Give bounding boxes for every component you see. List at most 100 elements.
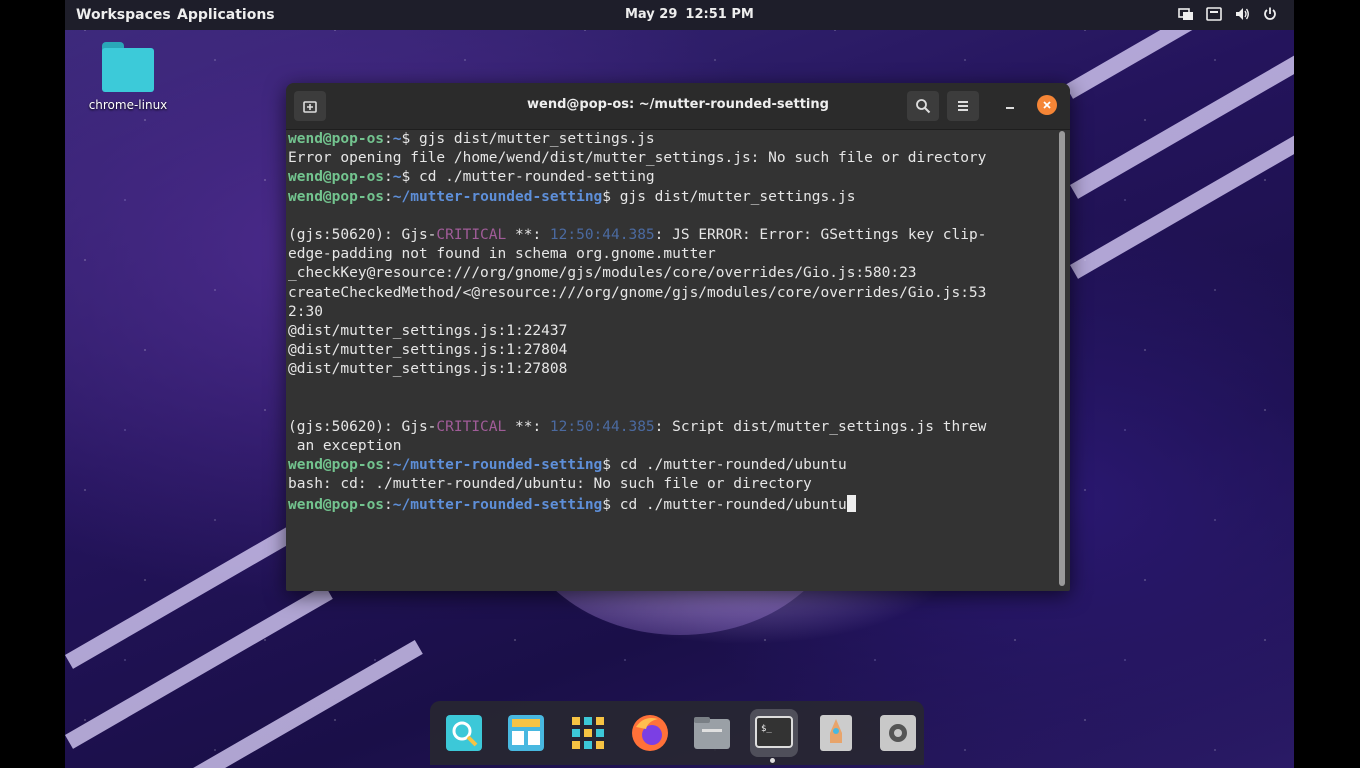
terminal-line: wend@pop-os:~/mutter-rounded-setting$ cd… — [288, 456, 1058, 475]
log-prefix: (gjs:50620): Gjs- — [288, 418, 437, 435]
volume-icon[interactable] — [1234, 6, 1250, 22]
prompt-sep: : — [384, 169, 393, 186]
menu-button[interactable] — [947, 91, 979, 121]
folder-icon — [102, 42, 154, 92]
terminal-line: (gjs:50620): Gjs-CRITICAL **: 12:50:44.3… — [288, 226, 1058, 245]
dock-item-store-app[interactable] — [502, 709, 550, 757]
firefox-icon — [632, 715, 668, 751]
prompt-path: ~ — [392, 169, 402, 186]
dock-item-files[interactable] — [688, 709, 736, 757]
command-text: $ gjs dist/mutter_settings.js — [602, 188, 856, 205]
workspaces-button[interactable]: Workspaces — [76, 7, 171, 23]
log-timestamp: 12:50:44.385 — [549, 226, 655, 243]
terminal-line: wend@pop-os:~$ gjs dist/mutter_settings.… — [288, 130, 1058, 149]
prompt-user: wend@pop-os — [288, 457, 385, 474]
dock-item-terminal[interactable]: $_ — [750, 709, 798, 757]
log-level: CRITICAL — [436, 418, 507, 435]
terminal-headerbar[interactable]: wend@pop-os: ~/mutter-rounded-setting — [286, 83, 1070, 130]
prompt-sep: : — [384, 188, 393, 205]
terminal-line: Error opening file /home/wend/dist/mutte… — [288, 149, 1058, 168]
prompt-path: ~/mutter-rounded-setting — [392, 457, 603, 474]
prompt-user: wend@pop-os — [288, 131, 385, 147]
output-text: edge-padding not found in schema org.gno… — [288, 246, 716, 263]
desktop-folder-chrome-linux[interactable]: chrome-linux — [88, 42, 168, 112]
log-message: : Script dist/mutter_settings.js threw — [654, 418, 987, 435]
terminal-line: createCheckedMethod/<@resource:///org/gn… — [288, 284, 1058, 303]
hamburger-menu-icon — [958, 101, 968, 111]
prompt-user: wend@pop-os — [288, 169, 385, 186]
dock: $_ — [430, 701, 924, 765]
prompt-sep: : — [384, 496, 393, 513]
top-panel: Workspaces Applications May 29 12:51 PM — [65, 0, 1294, 30]
log-message: : JS ERROR: Error: GSettings key clip- — [654, 226, 987, 243]
close-icon — [1043, 101, 1051, 109]
launcher-rocket-icon — [820, 715, 852, 751]
output-text: 2:30 — [288, 303, 323, 320]
output-text: @dist/mutter_settings.js:1:27804 — [288, 342, 568, 359]
log-sep: **: — [506, 226, 550, 243]
prompt-path: ~/mutter-rounded-setting — [392, 496, 603, 513]
output-text: @dist/mutter_settings.js:1:22437 — [288, 322, 568, 339]
clock-time: 12:51 PM — [685, 7, 754, 22]
desktop-icon-label: chrome-linux — [88, 98, 168, 112]
output-text: createCheckedMethod/<@resource:///org/gn… — [288, 284, 987, 301]
search-app-icon — [446, 715, 482, 751]
terminal-line: edge-padding not found in schema org.gno… — [288, 245, 1058, 264]
terminal-line: wend@pop-os:~/mutter-rounded-setting$ cd… — [288, 494, 1058, 514]
applications-button[interactable]: Applications — [177, 7, 275, 23]
terminal-window[interactable]: wend@pop-os: ~/mutter-rounded-setting we… — [286, 83, 1070, 591]
terminal-output[interactable]: wend@pop-os:~$ gjs dist/mutter_settings.… — [288, 130, 1058, 588]
command-text: $ cd ./mutter-rounded-setting — [401, 169, 655, 186]
output-text: _checkKey@resource:///org/gnome/gjs/modu… — [288, 265, 917, 282]
prompt-user: wend@pop-os — [288, 188, 385, 205]
prompt-sep: : — [384, 457, 393, 474]
log-level: CRITICAL — [436, 226, 507, 243]
minimize-icon — [1006, 107, 1014, 109]
command-text: $ gjs dist/mutter_settings.js — [401, 131, 655, 147]
terminal-line: wend@pop-os:~/mutter-rounded-setting$ gj… — [288, 188, 1058, 207]
terminal-line: @dist/mutter_settings.js:1:22437 — [288, 322, 1058, 341]
dock-item-search-app[interactable] — [440, 709, 488, 757]
terminal-line: 2:30 — [288, 303, 1058, 322]
search-button[interactable] — [907, 91, 939, 121]
prompt-user: wend@pop-os — [288, 496, 385, 513]
settings-gear-icon — [880, 715, 916, 751]
terminal-line: @dist/mutter_settings.js:1:27804 — [288, 341, 1058, 360]
output-text: Error opening file /home/wend/dist/mutte… — [288, 150, 987, 167]
output-text: bash: cd: ./mutter-rounded/ubuntu: No su… — [288, 476, 812, 493]
close-button[interactable] — [1037, 95, 1057, 115]
clock-date: May 29 — [625, 7, 678, 22]
dock-item-launcher-rocket[interactable] — [812, 709, 860, 757]
command-text: $ cd ./mutter-rounded/ubuntu — [602, 457, 847, 474]
dock-item-settings-gear[interactable] — [874, 709, 922, 757]
text-cursor — [846, 494, 856, 512]
terminal-line: @dist/mutter_settings.js:1:27808 — [288, 360, 1058, 379]
display-icon[interactable] — [1178, 6, 1194, 22]
terminal-line: wend@pop-os:~$ cd ./mutter-rounded-setti… — [288, 168, 1058, 187]
keyboard-icon[interactable] — [1206, 6, 1222, 22]
store-app-icon — [508, 715, 544, 751]
terminal-line: bash: cd: ./mutter-rounded/ubuntu: No su… — [288, 475, 1058, 494]
prompt-sep: : — [384, 131, 393, 147]
running-indicator — [770, 758, 775, 763]
terminal-icon: $_ — [755, 716, 793, 748]
command-text: $ cd ./mutter-rounded/ubuntu — [602, 496, 847, 513]
log-sep: **: — [506, 418, 550, 435]
prompt-path: ~ — [392, 131, 402, 147]
search-icon — [916, 99, 931, 114]
output-text: an exception — [288, 438, 402, 454]
log-prefix: (gjs:50620): Gjs- — [288, 226, 437, 243]
dock-item-app-grid[interactable] — [564, 709, 612, 757]
dock-item-firefox[interactable] — [626, 709, 674, 757]
power-icon[interactable] — [1262, 6, 1278, 22]
minimize-button[interactable] — [1002, 95, 1018, 115]
terminal-line: an exception — [288, 437, 1058, 456]
clock[interactable]: May 29 12:51 PM — [625, 7, 754, 22]
svg-text:$_: $_ — [761, 724, 772, 734]
terminal-scrollbar[interactable] — [1059, 131, 1065, 586]
app-grid-icon — [572, 717, 604, 749]
system-tray — [1178, 6, 1278, 22]
